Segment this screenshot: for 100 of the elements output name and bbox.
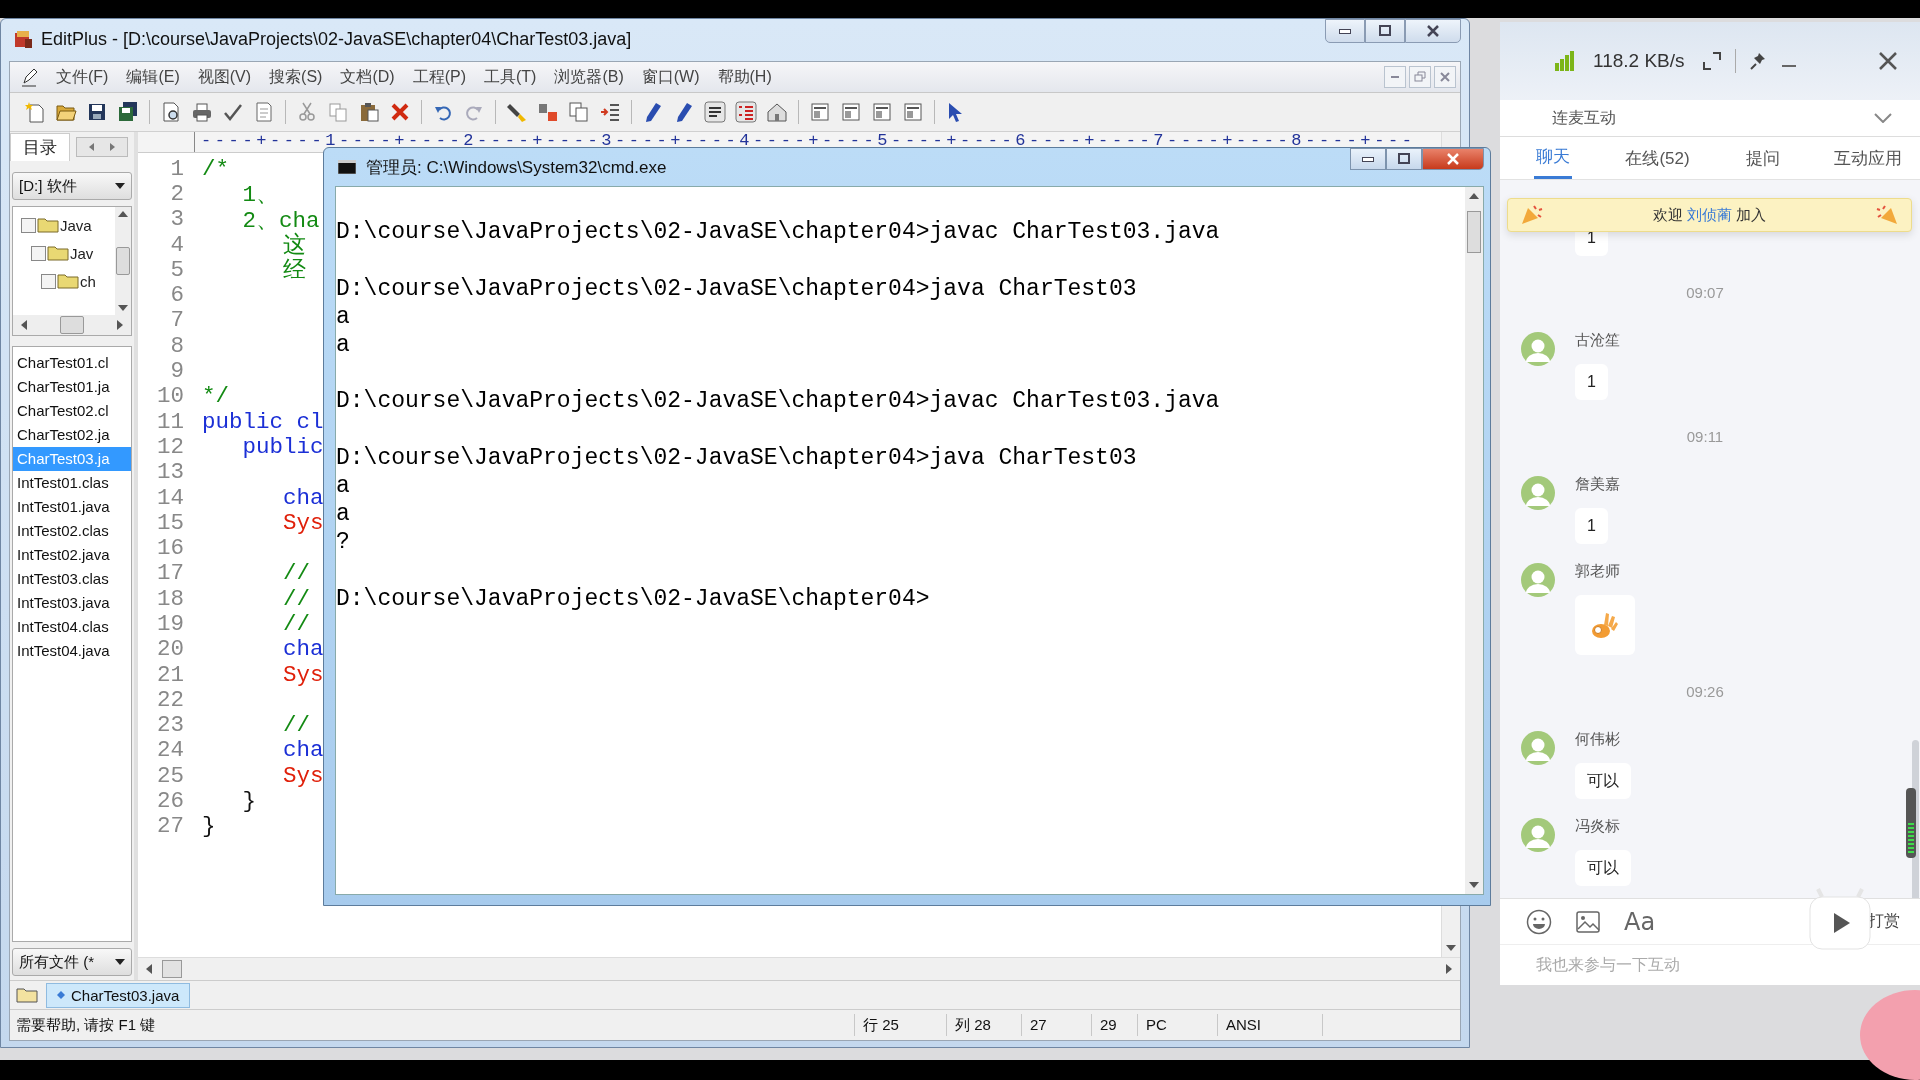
- console-line: a: [336, 330, 351, 360]
- scroll-thumb[interactable]: [162, 960, 182, 978]
- line-number: 14: [156, 484, 185, 511]
- file-item[interactable]: IntTest04.java: [13, 639, 131, 663]
- emoji-icon[interactable]: [1526, 908, 1552, 935]
- clipboard-icon[interactable]: [358, 101, 380, 123]
- down-arrow-icon[interactable]: [1446, 945, 1456, 951]
- file-item[interactable]: IntTest01.java: [13, 495, 131, 519]
- tab[interactable]: 互动应用: [1831, 137, 1904, 179]
- menu-item[interactable]: 搜索(S): [269, 66, 323, 88]
- pages-icon[interactable]: [568, 101, 590, 123]
- file-item[interactable]: IntTest01.clas: [13, 471, 131, 495]
- highlighter-icon[interactable]: [506, 101, 528, 123]
- scroll-thumb[interactable]: [60, 316, 84, 334]
- menu-item[interactable]: 浏览器(B): [554, 66, 624, 88]
- panel-tab[interactable]: 目录: [10, 133, 70, 161]
- minimize-icon: [1391, 76, 1399, 78]
- new-file-icon[interactable]: [24, 101, 46, 123]
- checkbox[interactable]: [21, 217, 36, 233]
- tree-item[interactable]: Jav: [70, 244, 94, 262]
- pin-icon[interactable]: [1749, 52, 1766, 70]
- minimize-icon: [1339, 28, 1351, 34]
- maximize-button[interactable]: [1386, 148, 1422, 170]
- window-title: 管理员: C:\Windows\System32\cmd.exe: [366, 156, 667, 179]
- tree-item[interactable]: Java: [60, 216, 92, 234]
- checkbox[interactable]: [41, 273, 56, 289]
- file-item[interactable]: IntTest04.clas: [13, 615, 131, 639]
- tab[interactable]: 聊天: [1533, 137, 1572, 179]
- folder-icon: [57, 273, 79, 289]
- file-item[interactable]: IntTest03.java: [13, 591, 131, 615]
- menu-item[interactable]: 窗口(W): [641, 66, 700, 88]
- message-bubble: 1: [1575, 364, 1608, 400]
- code-line: }: [241, 788, 256, 815]
- file-item[interactable]: IntTest02.clas: [13, 519, 131, 543]
- font-button[interactable]: Aa: [1624, 907, 1656, 936]
- level-meter-icon: [1906, 788, 1916, 858]
- panel-icon[interactable]: [902, 101, 924, 123]
- scroll-thumb[interactable]: [116, 247, 130, 275]
- menu-item[interactable]: 编辑(E): [126, 66, 180, 88]
- line-number: 27: [156, 813, 185, 840]
- house-icon[interactable]: [766, 101, 788, 123]
- filter-dropdown[interactable]: 所有文件 (*: [12, 948, 132, 976]
- menu-item[interactable]: 视图(V): [197, 66, 252, 88]
- tab[interactable]: 提问: [1743, 137, 1782, 179]
- tab[interactable]: 在线(52): [1623, 137, 1692, 179]
- line-number: 17: [156, 560, 185, 587]
- replace-icon[interactable]: [537, 101, 559, 123]
- menu-item[interactable]: 帮助(H): [717, 66, 772, 88]
- arrow-buttons[interactable]: [76, 137, 128, 157]
- close-button[interactable]: [1405, 19, 1461, 43]
- code-line: Sys: [282, 661, 324, 688]
- save-icon[interactable]: [86, 101, 108, 123]
- file-item[interactable]: IntTest03.clas: [13, 567, 131, 591]
- printer-icon[interactable]: [191, 101, 213, 123]
- line-number: 24: [156, 737, 185, 764]
- scroll-thumb[interactable]: [1467, 211, 1481, 253]
- console-line: ?: [336, 528, 351, 557]
- close-icon[interactable]: [1878, 51, 1898, 71]
- minimize-icon: [1362, 156, 1374, 162]
- file-item[interactable]: CharTest02.ja: [13, 423, 131, 447]
- file-item[interactable]: CharTest02.cl: [13, 399, 131, 423]
- console-icon: [338, 160, 356, 174]
- save-all-icon[interactable]: [117, 101, 139, 123]
- code-line: */: [202, 383, 229, 410]
- indent-icon[interactable]: [599, 101, 621, 123]
- delete-icon[interactable]: [389, 101, 411, 123]
- panel-icon[interactable]: [871, 101, 893, 123]
- panel-icon[interactable]: [840, 101, 862, 123]
- app-icon: [13, 29, 33, 49]
- party-popper-icon: [1875, 204, 1899, 226]
- diamond-icon: [57, 991, 65, 999]
- expand-icon[interactable]: [1702, 52, 1721, 70]
- print-preview-icon[interactable]: [160, 101, 182, 123]
- line-numbers-icon[interactable]: [735, 101, 757, 123]
- message-bubble: 可以: [1575, 763, 1631, 799]
- welcome-message: 欢迎 刘侦蔺 加入: [1652, 205, 1767, 225]
- document-tab[interactable]: CharTest03.java: [46, 982, 191, 1008]
- wrap-icon[interactable]: [704, 101, 726, 123]
- drive-dropdown[interactable]: [D:] 软件: [12, 172, 132, 200]
- file-item[interactable]: IntTest02.java: [13, 543, 131, 567]
- tab-label[interactable]: CharTest03.java: [71, 986, 180, 1004]
- panel-icon[interactable]: [809, 101, 831, 123]
- minimize-button[interactable]: [1350, 148, 1386, 170]
- menu-item[interactable]: 工具(T): [483, 66, 537, 88]
- menu-item[interactable]: 工程(P): [412, 66, 466, 88]
- menu-item[interactable]: 文档(D): [340, 66, 395, 88]
- image-icon[interactable]: [1576, 910, 1600, 933]
- maximize-button[interactable]: [1365, 19, 1405, 43]
- tree-item[interactable]: ch: [80, 272, 96, 290]
- chevron-down-icon[interactable]: [1874, 113, 1892, 123]
- menu-item[interactable]: 文件(F): [56, 66, 109, 88]
- file-item[interactable]: CharTest01.ja: [13, 375, 131, 399]
- file-item[interactable]: CharTest01.cl: [13, 351, 131, 375]
- checkbox[interactable]: [31, 245, 46, 261]
- maximize-icon: [1396, 151, 1412, 167]
- code-line: Sys: [282, 762, 324, 789]
- close-button[interactable]: [1422, 148, 1484, 170]
- message-bubble: 可以: [1575, 850, 1631, 886]
- input-box[interactable]: 我也来参与一下互动: [1500, 944, 1920, 985]
- minimize-button[interactable]: [1325, 19, 1365, 43]
